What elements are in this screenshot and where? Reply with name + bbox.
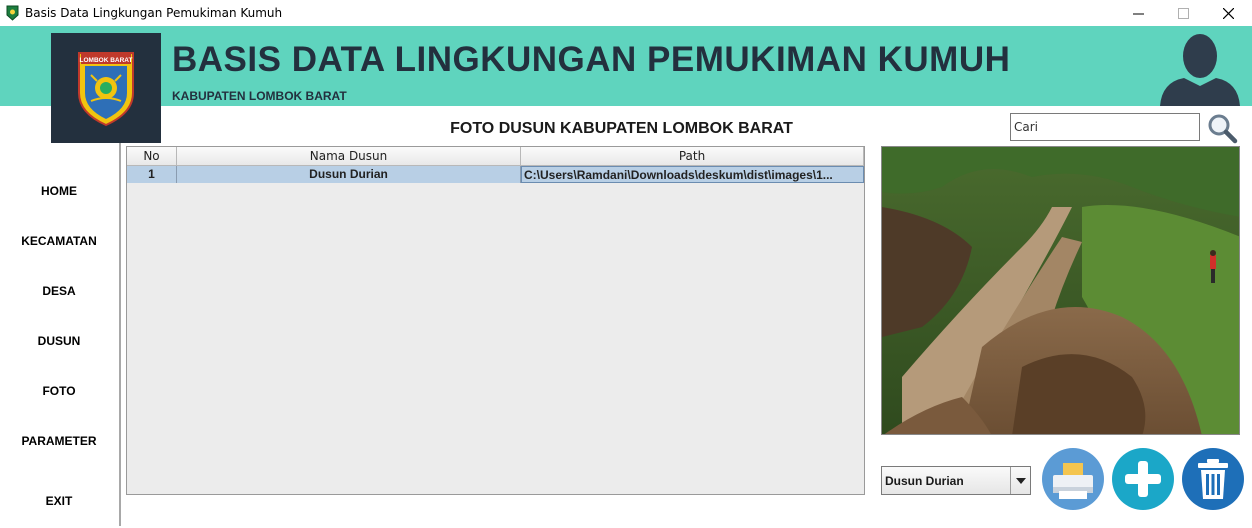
cell-no: 1 [127,166,177,183]
page-title: FOTO DUSUN KABUPATEN LOMBOK BARAT [450,120,793,137]
logo-panel: LOMBOK BARAT [51,33,161,143]
close-button[interactable] [1205,0,1251,26]
sidebar-item-desa[interactable]: DESA [0,284,118,298]
sidebar-item-foto[interactable]: FOTO [0,384,118,398]
logo-text: LOMBOK BARAT [80,57,133,64]
sidebar-item-kecamatan[interactable]: KECAMATAN [0,234,118,248]
column-header-nama-dusun[interactable]: Nama Dusun [177,147,521,166]
table-row[interactable]: 1 Dusun Durian C:\Users\Ramdani\Download… [127,166,864,183]
app-icon [6,5,19,21]
app-subtitle: KABUPATEN LOMBOK BARAT [172,89,347,103]
sidebar-item-exit[interactable]: EXIT [0,494,118,508]
dusun-select-value: Dusun Durian [885,474,964,488]
sidebar-item-dusun[interactable]: DUSUN [0,334,118,348]
dusun-photo-table[interactable]: No Nama Dusun Path 1 Dusun Durian C:\Use… [126,146,865,495]
search-input[interactable] [1010,113,1200,141]
window-titlebar: Basis Data Lingkungan Pemukiman Kumuh [0,0,1252,26]
app-title: BASIS DATA LINGKUNGAN PEMUKIMAN KUMUH [172,40,1011,79]
landslide-photo [882,147,1239,434]
dusun-select[interactable]: Dusun Durian [881,466,1031,495]
window-title: Basis Data Lingkungan Pemukiman Kumuh [25,6,283,20]
chevron-down-icon [1015,477,1026,484]
search-icon[interactable] [1206,112,1238,144]
maximize-icon [1177,7,1189,19]
minimize-icon [1132,13,1144,14]
column-header-no[interactable]: No [127,147,177,166]
close-icon [1222,7,1234,19]
table-header: No Nama Dusun Path [127,147,864,166]
add-button[interactable] [1111,447,1175,511]
maximize-button[interactable] [1160,0,1206,26]
emblem-icon: LOMBOK BARAT [78,52,134,127]
column-header-path[interactable]: Path [521,147,864,166]
cell-nama-dusun: Dusun Durian [177,166,521,183]
minimize-button[interactable] [1115,0,1161,26]
sidebar-divider [119,143,121,526]
print-button[interactable] [1041,447,1105,511]
delete-button[interactable] [1181,447,1245,511]
sidebar-item-home[interactable]: HOME [0,184,118,198]
dusun-photo [881,146,1240,435]
user-avatar-icon[interactable] [1160,26,1240,106]
sidebar-item-parameter[interactable]: PARAMETER [0,434,118,448]
cell-path: C:\Users\Ramdani\Downloads\deskum\dist\i… [521,166,864,183]
dusun-select-arrow[interactable] [1010,467,1030,494]
